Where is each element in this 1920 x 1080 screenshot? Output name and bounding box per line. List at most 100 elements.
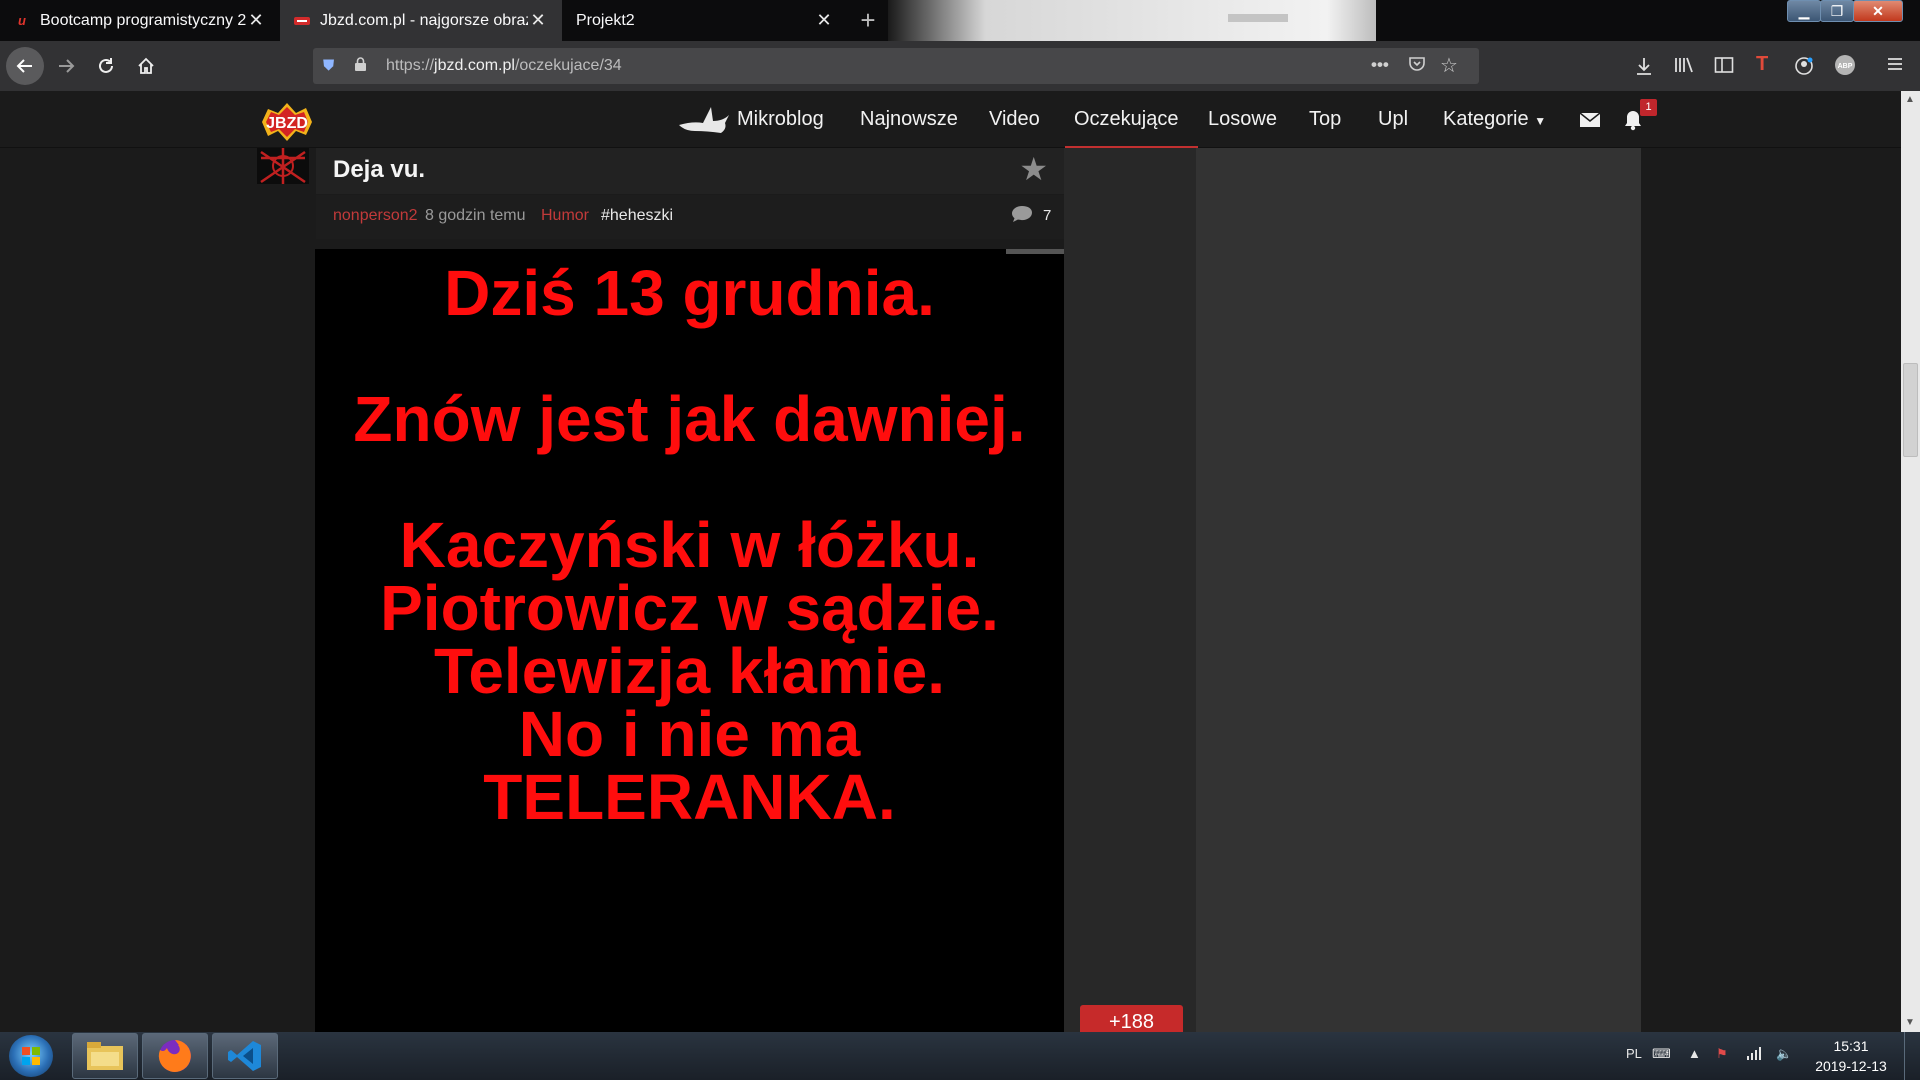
address-bar[interactable]: ⛊ https://jbzd.com.pl/oczekujace/34 ••• …	[313, 48, 1479, 84]
reload-icon	[99, 58, 113, 73]
tab-bootcamp[interactable]: u Bootcamp programistyczny 20 ✕	[0, 0, 280, 41]
tab-title: Bootcamp programistyczny 20	[40, 11, 246, 29]
mail-icon[interactable]	[1580, 113, 1600, 127]
comment-count[interactable]: 7	[1043, 207, 1051, 224]
forward-arrow-icon	[59, 59, 75, 73]
tray-expand-icon[interactable]: ▲	[1688, 1046, 1701, 1061]
language-indicator[interactable]: PL	[1626, 1046, 1642, 1061]
menu-top[interactable]: Top	[1309, 108, 1341, 131]
image-text-line: Znów jest jak dawniej.	[353, 383, 1026, 455]
show-desktop-button[interactable]	[1904, 1032, 1920, 1080]
post-author[interactable]: nonperson2	[333, 207, 418, 225]
folder-icon	[87, 1042, 123, 1070]
svg-text:JBZD: JBZD	[266, 115, 308, 132]
flag-warning-icon[interactable]: ⚑	[1716, 1046, 1728, 1062]
keyboard-icon[interactable]: ⌨	[1652, 1046, 1671, 1062]
back-arrow-icon	[16, 59, 32, 73]
tracking-shield-icon[interactable]: ⛊	[323, 57, 334, 74]
bookmark-star-icon[interactable]: ☆	[1440, 53, 1458, 78]
scrollbar-thumb[interactable]	[1903, 363, 1918, 457]
tab-title: Projekt2	[576, 11, 635, 29]
image-text-line: TELERANKA.	[483, 761, 896, 833]
webpage: JBZD Mikroblog Najnowsze Video Oczekując…	[0, 91, 1901, 1032]
post-time: 8 godzin temu	[425, 207, 526, 224]
avatar[interactable]	[257, 148, 309, 184]
image-text-line: No i nie ma	[518, 698, 861, 770]
url-text[interactable]: https://jbzd.com.pl/oczekujace/34	[386, 57, 622, 75]
image-text-line: Kaczyński w łóżku.	[399, 509, 980, 581]
post-category[interactable]: Humor	[541, 207, 589, 225]
window-controls: ▁ ❐ ✕	[1787, 0, 1903, 22]
close-tab-icon[interactable]: ✕	[814, 10, 834, 31]
site-header: JBZD Mikroblog Najnowsze Video Oczekując…	[0, 91, 1901, 148]
right-sidebar	[1196, 148, 1641, 1032]
menu-losowe[interactable]: Losowe	[1208, 108, 1277, 131]
page-actions-icon[interactable]: •••	[1371, 55, 1389, 75]
tab-jbzd[interactable]: Jbzd.com.pl - najgorsze obrazk ✕	[280, 0, 562, 41]
download-icon[interactable]	[1635, 56, 1653, 81]
back-button[interactable]	[6, 47, 44, 85]
home-button[interactable]	[126, 41, 166, 91]
shark-icon[interactable]	[677, 103, 731, 135]
image-text-line: Dziś 13 grudnia.	[444, 257, 935, 329]
vote-button[interactable]: +188	[1080, 1005, 1183, 1032]
browser-tab-bar: u Bootcamp programistyczny 20 ✕ Jbzd.com…	[0, 0, 1920, 41]
menu-najnowsze[interactable]: Najnowsze	[860, 108, 958, 131]
close-tab-icon[interactable]: ✕	[246, 10, 266, 31]
sidebar-icon[interactable]	[1714, 56, 1734, 79]
page-scrollbar[interactable]: ▲ ▼	[1901, 91, 1920, 1032]
vote-column	[1064, 148, 1196, 1032]
scroll-down-arrow-icon[interactable]: ▼	[1905, 1017, 1915, 1028]
clock-date: 2019-12-13	[1815, 1058, 1887, 1074]
image-text-line: Telewizja kłamie.	[433, 635, 946, 707]
vscode-icon	[228, 1041, 261, 1071]
caret-down-icon: ▼	[1534, 114, 1547, 128]
post-tag[interactable]: #heheszki	[601, 207, 673, 225]
firefox-icon	[158, 1040, 191, 1072]
taskbar-vscode[interactable]	[212, 1033, 278, 1079]
minimize-button[interactable]: ▁	[1787, 0, 1821, 22]
post-meta: nonperson2 8 godzin temu Humor #heheszki…	[316, 195, 1064, 239]
home-icon	[138, 57, 154, 74]
image-scroll-indicator	[1006, 249, 1064, 254]
jbzd-logo[interactable]: JBZD	[258, 103, 316, 141]
windows-taskbar: PL ⌨ ▲ ⚑ 🔈 15:31 2019-12-13	[0, 1032, 1920, 1080]
menu-kategorie[interactable]: Kategorie ▼	[1443, 108, 1546, 131]
post-title[interactable]: Deja vu.	[333, 156, 425, 184]
hamburger-menu-icon[interactable]	[1886, 56, 1904, 77]
system-clock[interactable]: 15:31 2019-12-13	[1808, 1036, 1894, 1076]
adblock-icon[interactable]: ABP	[1834, 54, 1856, 81]
favorite-star-icon[interactable]: ★	[1019, 150, 1048, 188]
menu-oczekujace[interactable]: Oczekujące	[1074, 108, 1179, 131]
notification-badge: 1	[1640, 99, 1657, 116]
post-image[interactable]: Dziś 13 grudnia. Znów jest jak dawniej. …	[315, 249, 1064, 1032]
tab-projekt2[interactable]: Projekt2 ✕	[562, 0, 848, 41]
account-icon[interactable]	[1794, 56, 1814, 81]
close-tab-icon[interactable]: ✕	[528, 10, 548, 31]
network-icon[interactable]	[1746, 1046, 1762, 1063]
tab-title: Jbzd.com.pl - najgorsze obrazk	[320, 11, 528, 29]
new-tab-button[interactable]: +	[848, 0, 888, 41]
post-header: Deja vu. ★	[316, 148, 1064, 194]
taskbar-explorer[interactable]	[72, 1033, 138, 1079]
scroll-up-arrow-icon[interactable]: ▲	[1905, 94, 1915, 105]
menu-video[interactable]: Video	[989, 108, 1040, 131]
menu-mikroblog[interactable]: Mikroblog	[737, 108, 824, 131]
image-text-line: Piotrowicz w sądzie.	[380, 572, 999, 644]
comment-icon[interactable]	[1011, 205, 1033, 228]
lock-icon[interactable]	[354, 57, 367, 71]
library-icon[interactable]	[1674, 56, 1694, 79]
volume-icon[interactable]: 🔈	[1776, 1046, 1792, 1062]
taskbar-firefox[interactable]	[142, 1033, 208, 1079]
menu-upl[interactable]: Upl	[1378, 108, 1408, 131]
reload-button[interactable]	[86, 41, 126, 91]
close-window-button[interactable]: ✕	[1853, 0, 1903, 22]
pocket-icon[interactable]	[1408, 55, 1426, 78]
svg-text:ABP: ABP	[1838, 63, 1853, 70]
maximize-button[interactable]: ❐	[1820, 0, 1854, 22]
clock-time: 15:31	[1833, 1038, 1869, 1054]
u-logo-icon: u	[18, 13, 26, 28]
forward-button[interactable]	[46, 41, 86, 91]
start-button[interactable]	[9, 1035, 53, 1077]
extension-t-icon[interactable]: T	[1756, 53, 1768, 76]
